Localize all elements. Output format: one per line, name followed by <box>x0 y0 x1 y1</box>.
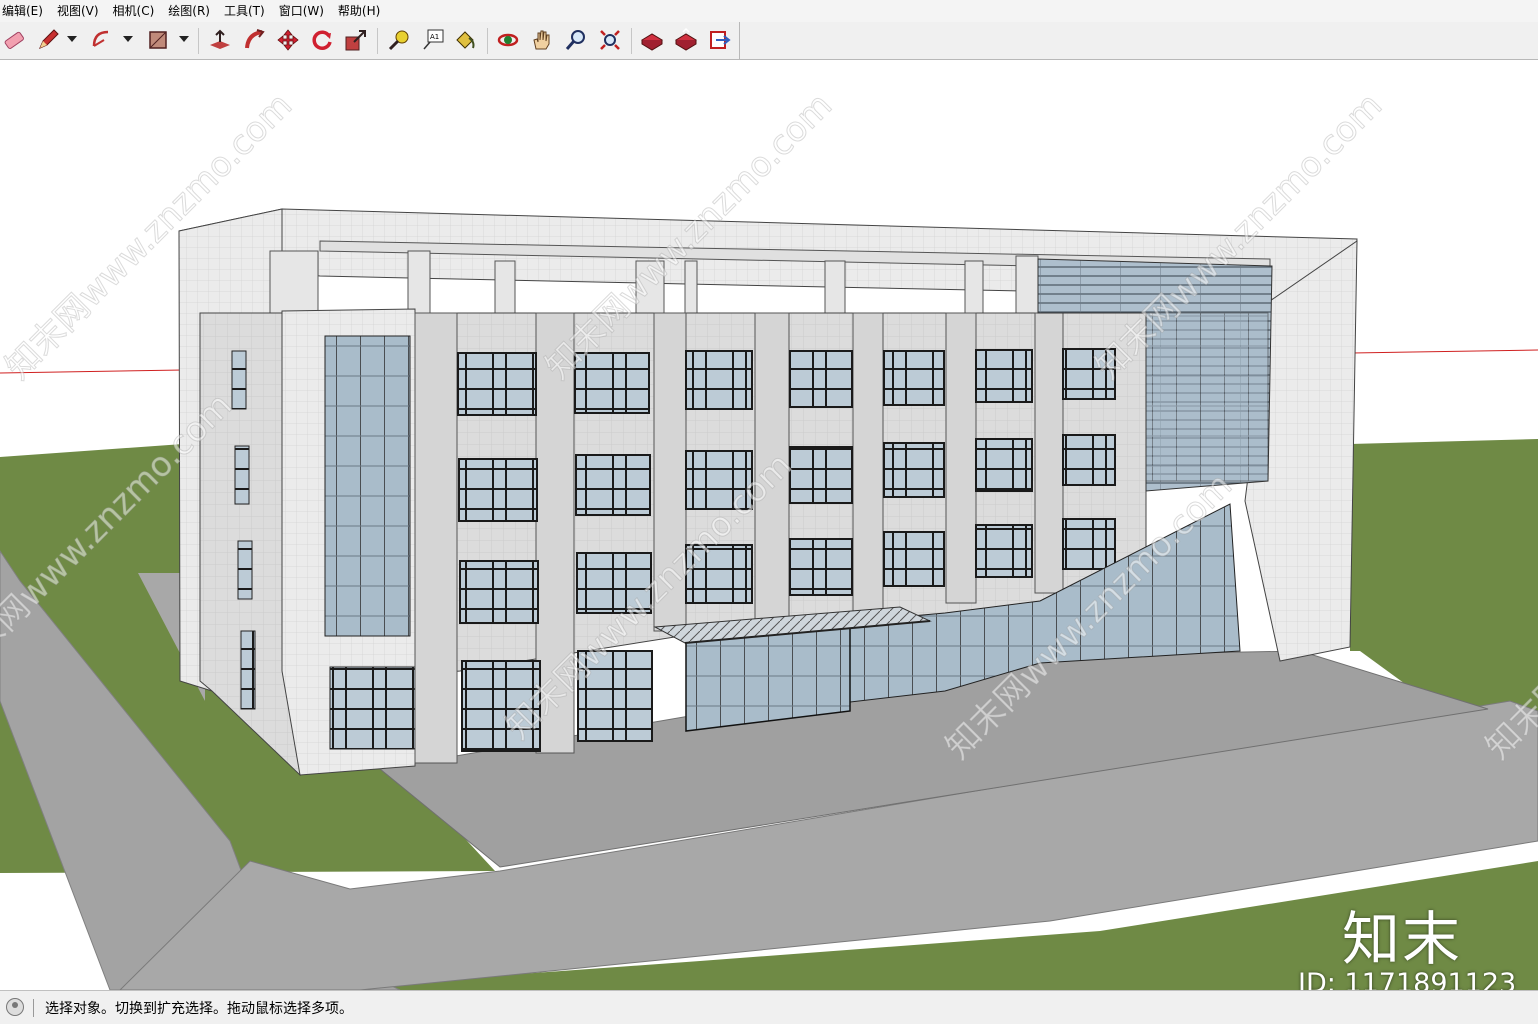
pencil-dropdown-icon[interactable] <box>67 36 77 42</box>
user-icon[interactable] <box>6 998 24 1016</box>
move-icon[interactable] <box>274 26 302 54</box>
status-divider <box>33 999 34 1017</box>
paint-bucket-icon[interactable] <box>451 26 479 54</box>
orbit-icon[interactable] <box>494 26 522 54</box>
toolbar-separator <box>487 28 488 54</box>
status-text: 选择对象。切换到扩充选择。拖动鼠标选择多项。 <box>45 1001 353 1017</box>
glass-curtain-front-left <box>324 335 411 637</box>
rectangle-dropdown-icon[interactable] <box>179 36 189 42</box>
menu-bar: 编辑(E) 视图(V) 相机(C) 绘图(R) 工具(T) 窗口(W) 帮助(H… <box>0 0 1538 22</box>
text-tool-label: A1 <box>430 33 439 41</box>
rotate-icon[interactable] <box>308 26 336 54</box>
zoom-icon[interactable] <box>562 26 590 54</box>
pencil-icon[interactable] <box>34 26 62 54</box>
follow-me-icon[interactable] <box>240 26 268 54</box>
arc-icon[interactable] <box>88 26 116 54</box>
pan-icon[interactable] <box>528 26 556 54</box>
menu-help[interactable]: 帮助(H) <box>331 0 387 22</box>
extension-icon[interactable] <box>706 26 734 54</box>
zoom-extents-icon[interactable] <box>596 26 624 54</box>
watermark-logo: 知末 <box>1342 905 1463 973</box>
toolbar-end <box>739 22 740 60</box>
model-scene: 知末网www.znzmo.com 知末网www.znzmo.com 知末网www… <box>0 61 1538 990</box>
toolbar-separator <box>377 28 378 54</box>
arc-dropdown-icon[interactable] <box>123 36 133 42</box>
push-pull-icon[interactable] <box>206 26 234 54</box>
status-bar: 选择对象。切换到扩充选择。拖动鼠标选择多项。 <box>0 990 1538 1024</box>
rectangle-icon[interactable] <box>144 26 172 54</box>
menu-window[interactable]: 窗口(W) <box>272 0 331 22</box>
menu-edit[interactable]: 编辑(E) <box>0 0 50 22</box>
watermark-id: ID: 1171891123 <box>1298 968 1517 990</box>
toolbar-separator <box>198 28 199 54</box>
warehouse-icon[interactable] <box>638 26 666 54</box>
menu-tools[interactable]: 工具(T) <box>217 0 272 22</box>
menu-view[interactable]: 视图(V) <box>50 0 106 22</box>
glass-ground-left <box>329 666 416 750</box>
text-icon[interactable]: A1 <box>419 26 447 54</box>
menu-camera[interactable]: 相机(C) <box>106 0 162 22</box>
toolbar: A1 <box>0 22 1538 60</box>
scale-icon[interactable] <box>342 26 370 54</box>
model-viewport[interactable]: 知末网www.znzmo.com 知末网www.znzmo.com 知末网www… <box>0 61 1538 990</box>
menu-draw[interactable]: 绘图(R) <box>161 0 217 22</box>
toolbar-separator <box>631 28 632 54</box>
tape-measure-icon[interactable] <box>385 26 413 54</box>
share-model-icon[interactable] <box>672 26 700 54</box>
eraser-icon[interactable] <box>0 26 28 54</box>
